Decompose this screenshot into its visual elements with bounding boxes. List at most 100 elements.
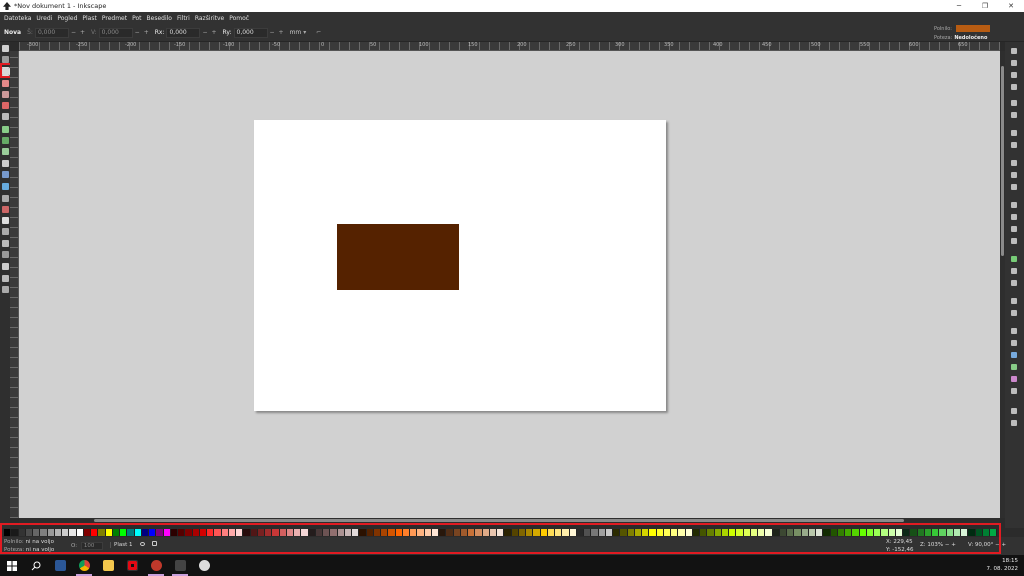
chevron-down-icon[interactable]: ▾ bbox=[303, 29, 306, 36]
group-icon[interactable] bbox=[1011, 298, 1017, 304]
copy-icon[interactable] bbox=[1011, 160, 1017, 166]
taskbar-word[interactable] bbox=[48, 555, 72, 576]
horizontal-scroll-thumb[interactable] bbox=[94, 519, 904, 522]
gradient-tool-icon[interactable] bbox=[2, 171, 9, 178]
height-plus-button[interactable]: + bbox=[144, 29, 149, 36]
menu-extensions[interactable]: Razširitve bbox=[195, 15, 224, 22]
paste-icon[interactable] bbox=[1011, 184, 1017, 190]
menu-text[interactable]: Besedilo bbox=[147, 15, 172, 22]
eraser-tool-icon[interactable] bbox=[2, 217, 9, 224]
taskbar-paint[interactable] bbox=[192, 555, 216, 576]
ellipse-tool-icon[interactable] bbox=[2, 80, 9, 87]
search-button[interactable] bbox=[24, 555, 48, 576]
duplicate-icon[interactable] bbox=[1011, 256, 1017, 262]
export-icon[interactable] bbox=[1011, 112, 1017, 118]
title-bar: *Nov dokument 1 - Inkscape ─ ❐ ✕ bbox=[0, 0, 1024, 12]
width-plus-button[interactable]: + bbox=[80, 29, 85, 36]
node-tool-icon[interactable] bbox=[2, 56, 9, 63]
vertical-scroll-thumb[interactable] bbox=[1001, 66, 1004, 256]
width-minus-button[interactable]: − bbox=[71, 29, 76, 36]
zoom-drawing-icon[interactable] bbox=[1011, 214, 1017, 220]
transform-icon[interactable] bbox=[1011, 388, 1017, 394]
ry-field[interactable]: 0,000 bbox=[233, 27, 268, 38]
taskbar-inkscape[interactable] bbox=[168, 555, 192, 576]
menu-edit[interactable]: Uredi bbox=[36, 15, 52, 22]
import-icon[interactable] bbox=[1011, 100, 1017, 106]
align-distribute-icon[interactable] bbox=[1011, 376, 1017, 382]
menu-view[interactable]: Pogled bbox=[57, 15, 77, 22]
text-font-dialog-icon[interactable] bbox=[1011, 340, 1017, 346]
3d-box-tool-icon[interactable] bbox=[2, 113, 9, 120]
menu-object[interactable]: Predmet bbox=[102, 15, 127, 22]
tweak-tool-icon[interactable] bbox=[2, 228, 9, 235]
fill-color-swatch[interactable] bbox=[955, 25, 990, 32]
rx-plus-button[interactable]: + bbox=[212, 29, 217, 36]
dropper-tool-icon[interactable] bbox=[2, 195, 9, 202]
redo-icon[interactable] bbox=[1011, 142, 1017, 148]
taskbar-explorer[interactable] bbox=[96, 555, 120, 576]
xml-editor-icon[interactable] bbox=[1011, 364, 1017, 370]
system-clock[interactable]: 18:15 7. 08. 2022 bbox=[987, 557, 1019, 573]
zoom-selection-icon[interactable] bbox=[1011, 202, 1017, 208]
mesh-tool-icon[interactable] bbox=[2, 183, 9, 190]
menu-path[interactable]: Pot bbox=[132, 15, 141, 22]
measure-tool-icon[interactable] bbox=[2, 263, 9, 270]
taskbar-netflix[interactable] bbox=[120, 555, 144, 576]
spray-tool-icon[interactable] bbox=[2, 240, 9, 247]
rotate-plus-button[interactable]: + bbox=[1002, 542, 1007, 548]
new-document-icon[interactable] bbox=[1011, 48, 1017, 54]
selector-tool-icon[interactable] bbox=[2, 45, 9, 52]
fill-stroke-dialog-icon[interactable] bbox=[1011, 328, 1017, 334]
close-button[interactable]: ✕ bbox=[998, 0, 1024, 12]
print-icon[interactable] bbox=[1011, 84, 1017, 90]
zoom-page-icon[interactable] bbox=[1011, 226, 1017, 232]
start-button[interactable] bbox=[0, 555, 24, 576]
save-icon[interactable] bbox=[1011, 72, 1017, 78]
document-page[interactable] bbox=[254, 120, 666, 411]
fill-stroke-indicator[interactable]: Polnilo: Poteza: Nedoločeno bbox=[934, 24, 994, 42]
text-tool-icon[interactable] bbox=[2, 160, 9, 167]
paint-bucket-tool-icon[interactable] bbox=[2, 206, 9, 213]
unit-select[interactable]: mm bbox=[290, 29, 302, 36]
zoom-width-icon[interactable] bbox=[1011, 238, 1017, 244]
clone-icon[interactable] bbox=[1011, 268, 1017, 274]
height-minus-button[interactable]: − bbox=[135, 29, 140, 36]
pages-tool-icon[interactable] bbox=[2, 286, 9, 293]
menu-file[interactable]: Datoteka bbox=[4, 15, 31, 22]
taskbar-app[interactable] bbox=[144, 555, 168, 576]
preferences-icon[interactable] bbox=[1011, 420, 1017, 426]
width-field[interactable]: 0,000 bbox=[34, 27, 69, 38]
star-tool-icon[interactable] bbox=[2, 91, 9, 98]
ry-minus-button[interactable]: − bbox=[270, 29, 275, 36]
rx-field[interactable]: 0,000 bbox=[166, 27, 201, 38]
brown-rectangle[interactable] bbox=[337, 224, 459, 290]
menu-layer[interactable]: Plast bbox=[82, 15, 96, 22]
restore-button[interactable]: ❐ bbox=[972, 0, 998, 12]
ruler-label: -250 bbox=[76, 42, 88, 48]
pencil-tool-icon[interactable] bbox=[2, 126, 9, 133]
cut-icon[interactable] bbox=[1011, 172, 1017, 178]
calligraphy-tool-icon[interactable] bbox=[2, 148, 9, 155]
unlink-clone-icon[interactable] bbox=[1011, 280, 1017, 286]
zoom-tool-icon[interactable] bbox=[2, 275, 9, 282]
height-field[interactable]: 0,000 bbox=[98, 27, 133, 38]
document-properties-icon[interactable] bbox=[1011, 408, 1017, 414]
drawing-canvas[interactable] bbox=[19, 51, 1000, 518]
rx-minus-button[interactable]: − bbox=[202, 29, 207, 36]
layers-dialog-icon[interactable] bbox=[1011, 352, 1017, 358]
fill-indicator-label: Polnilo: bbox=[934, 25, 952, 32]
pen-tool-icon[interactable] bbox=[2, 137, 9, 144]
ry-plus-button[interactable]: + bbox=[279, 29, 284, 36]
undo-icon[interactable] bbox=[1011, 130, 1017, 136]
search-icon bbox=[31, 561, 41, 570]
connector-tool-icon[interactable] bbox=[2, 251, 9, 258]
menu-filters[interactable]: Filtri bbox=[177, 15, 190, 22]
reset-corners-icon[interactable]: ⌐ bbox=[316, 29, 321, 36]
minimize-button[interactable]: ─ bbox=[946, 0, 972, 12]
spiral-tool-icon[interactable] bbox=[2, 102, 9, 109]
ungroup-icon[interactable] bbox=[1011, 310, 1017, 316]
ruler-label: -200 bbox=[125, 42, 137, 48]
menu-help[interactable]: Pomoč bbox=[229, 15, 249, 22]
taskbar-chrome[interactable] bbox=[72, 555, 96, 576]
open-icon[interactable] bbox=[1011, 60, 1017, 66]
